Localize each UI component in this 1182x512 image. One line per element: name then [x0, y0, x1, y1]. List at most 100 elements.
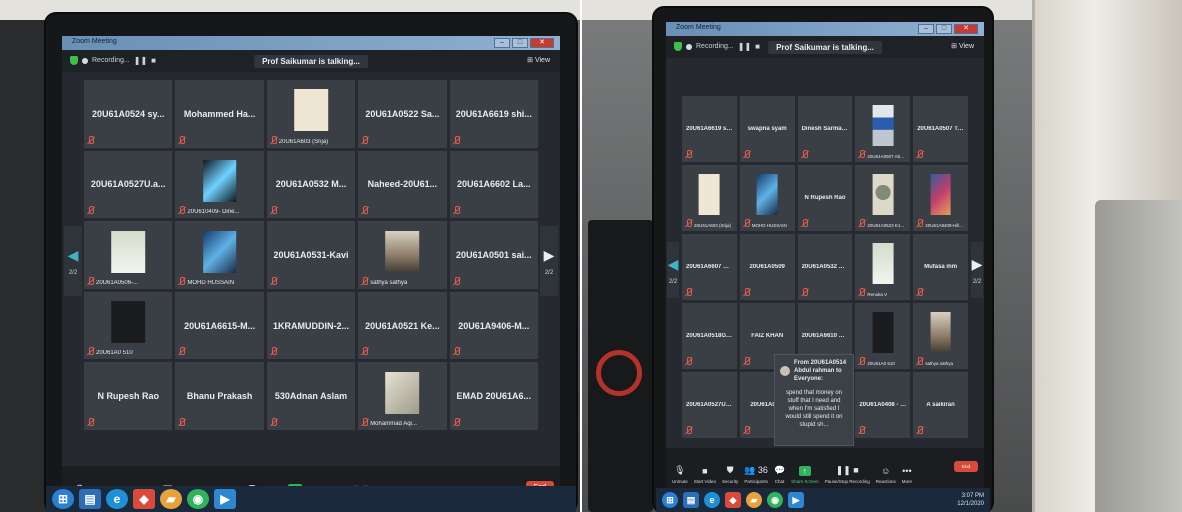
- participant-tile[interactable]: 20U61A0527U.a...: [84, 150, 173, 219]
- maximize-button[interactable]: □: [936, 24, 952, 34]
- minimize-button[interactable]: –: [918, 24, 934, 34]
- view-button[interactable]: ⊞ View: [527, 56, 550, 64]
- start-icon[interactable]: ⊞: [662, 492, 678, 508]
- participant-tile[interactable]: Naheed-20U61...: [358, 150, 447, 219]
- system-tray[interactable]: 3:07 PM 12/1/2020: [957, 492, 984, 508]
- zoom-icon[interactable]: ▶: [214, 489, 236, 509]
- mic-muted-icon: [743, 357, 750, 366]
- participant-tile[interactable]: 20U61A0 510: [84, 291, 173, 360]
- chat-notification[interactable]: From 20U61A0514 Abdul rahman to Everyone…: [774, 354, 854, 446]
- ie-icon[interactable]: e: [106, 489, 128, 509]
- reactions-button[interactable]: ☺ Reactions: [876, 466, 896, 484]
- next-page-button[interactable]: ▶ 2/2: [540, 226, 558, 296]
- participant-tile[interactable]: 20U61A0522 Sa...: [358, 80, 447, 148]
- participant-tile[interactable]: 20U61A0507 Tej...: [913, 96, 968, 162]
- app-icon[interactable]: ◆: [725, 492, 741, 508]
- participant-tile[interactable]: 20U61A6619 shi...: [449, 80, 538, 148]
- participant-tile[interactable]: 20U61A0509: [739, 234, 795, 300]
- shield-button[interactable]: ⛊ Security: [722, 465, 738, 484]
- participant-tile[interactable]: Dinesh Sarma- 2...: [797, 96, 853, 162]
- participant-tile[interactable]: MOHD HUSSAIN: [175, 221, 264, 289]
- app-icon[interactable]: ◆: [133, 489, 155, 509]
- participant-tile[interactable]: sathya sathya: [913, 303, 968, 369]
- participant-tile[interactable]: Renuka V: [855, 234, 911, 300]
- participant-name: EMAD 20U61A6...: [456, 391, 532, 402]
- chrome-icon[interactable]: ◉: [187, 489, 209, 509]
- participant-tile[interactable]: 20U61A0531-Kavi: [266, 221, 356, 289]
- participant-tile[interactable]: 20U61A0518Ge...: [682, 303, 737, 369]
- record-dot-icon: [82, 57, 88, 64]
- pause-icon[interactable]: ❚❚: [134, 56, 147, 65]
- participant-tile[interactable]: 20U61A603 (Srija): [682, 165, 737, 231]
- more-button[interactable]: ••• More: [902, 466, 912, 484]
- participant-tile[interactable]: 20U61A0524 sy...: [84, 80, 173, 148]
- stop-icon[interactable]: ■: [755, 42, 760, 51]
- participants-button[interactable]: 👥 36 Participants: [744, 465, 768, 484]
- pause-stop-button[interactable]: ❚❚ ■ Pause/Stop Recording: [825, 465, 870, 484]
- participant-tile[interactable]: 20U61A603 (Srija): [266, 80, 356, 148]
- participant-tile[interactable]: 20U61A0506-...: [84, 221, 173, 289]
- participant-tile[interactable]: 1KRAMUDDIN-2...: [266, 291, 356, 360]
- participant-tile[interactable]: 20U61A0521 Ke...: [358, 291, 447, 360]
- pause-icon[interactable]: ❚❚: [738, 42, 751, 51]
- mic-muted-button[interactable]: 🎙 Unmute: [672, 465, 688, 484]
- participant-tile[interactable]: N Rupesh Rao: [797, 165, 853, 231]
- folder-icon[interactable]: ▰: [746, 492, 762, 508]
- participant-tile[interactable]: 20U61A6619 shi...: [682, 96, 737, 162]
- participant-tile[interactable]: 20U61A0523 K1...: [855, 165, 911, 231]
- files-icon[interactable]: ▤: [683, 492, 699, 508]
- participant-tile[interactable]: 20U61A9409-Hill...: [913, 165, 968, 231]
- prev-page-button[interactable]: ◀ 2/2: [667, 242, 679, 298]
- minimize-button[interactable]: –: [494, 38, 510, 48]
- next-page-button[interactable]: ▶ 2/2: [971, 242, 983, 298]
- view-button[interactable]: ⊞ View: [951, 42, 974, 50]
- participant-tile[interactable]: Mohammed Ha...: [175, 80, 264, 148]
- participant-tile[interactable]: N Rupesh Rao: [84, 362, 173, 430]
- participant-tile[interactable]: 20U61A6602 La...: [449, 150, 538, 219]
- close-button[interactable]: ✕: [954, 24, 978, 34]
- participant-tile[interactable]: 20U61A0 510: [855, 303, 911, 369]
- mic-muted-icon: [361, 276, 369, 286]
- windows-taskbar: ⊞ ▤ e ◆ ▰ ◉ ▶: [46, 486, 576, 512]
- chat-button[interactable]: 💬 Chat: [774, 465, 785, 484]
- participant-label: sathya sathya: [925, 361, 953, 366]
- mic-muted-icon: [685, 426, 692, 435]
- participant-tile[interactable]: Bhanu Prakash: [175, 362, 264, 430]
- zoom-icon[interactable]: ▶: [788, 492, 804, 508]
- prev-page-button[interactable]: ◀ 2/2: [64, 226, 82, 296]
- participant-tile[interactable]: 20U61A0507 Abdul...: [855, 96, 911, 162]
- participant-tile[interactable]: 20U61A0408 - B...: [855, 372, 911, 438]
- participant-tile[interactable]: 20U61A0501 sai...: [449, 221, 538, 289]
- participant-tile[interactable]: 20U610409- Dine...: [175, 150, 264, 219]
- mic-muted-icon: [685, 219, 692, 228]
- end-meeting-button[interactable]: End: [953, 460, 978, 472]
- participant-tile[interactable]: sathya sathya: [358, 221, 447, 289]
- right-photo: Zoom Meeting – □ ✕ Recording... ❚❚ ■ Pro…: [582, 0, 1182, 512]
- participant-tile[interactable]: EMAD 20U61A6...: [449, 362, 538, 430]
- pause-stop-icon: ❚❚ ■: [835, 465, 859, 475]
- participant-tile[interactable]: swapna syam: [739, 96, 795, 162]
- folder-icon[interactable]: ▰: [160, 489, 182, 509]
- participant-tile[interactable]: 20U61A6607 M...: [682, 234, 737, 300]
- participant-video: [111, 301, 145, 344]
- participant-tile[interactable]: 20U61A0532 M...: [797, 234, 853, 300]
- stop-icon[interactable]: ■: [151, 56, 156, 65]
- start-icon[interactable]: ⊞: [52, 489, 74, 509]
- participant-tile[interactable]: MOHD HUSSAIN: [739, 165, 795, 231]
- share-screen-button[interactable]: ↑ Share Screen: [791, 466, 819, 484]
- participant-tile[interactable]: 20U61A6615-M...: [175, 291, 264, 360]
- participant-tile[interactable]: 20U61A0532 M...: [266, 150, 356, 219]
- ie-icon[interactable]: e: [704, 492, 720, 508]
- maximize-button[interactable]: □: [512, 38, 528, 48]
- video-off-button[interactable]: ■ Start Video: [694, 466, 716, 484]
- participant-tile[interactable]: 20U61A0527U.a...: [682, 372, 737, 438]
- close-button[interactable]: ✕: [530, 38, 554, 48]
- participant-tile[interactable]: Mohammad Aqi...: [358, 362, 447, 430]
- clock-date: 12/1/2020: [957, 501, 984, 507]
- participant-tile[interactable]: Mufasa mm: [913, 234, 968, 300]
- chrome-icon[interactable]: ◉: [767, 492, 783, 508]
- participant-tile[interactable]: 20U61A9406-M...: [449, 291, 538, 360]
- participant-tile[interactable]: A saikiran: [913, 372, 968, 438]
- participant-tile[interactable]: 530Adnan Aslam: [266, 362, 356, 430]
- files-icon[interactable]: ▤: [79, 489, 101, 509]
